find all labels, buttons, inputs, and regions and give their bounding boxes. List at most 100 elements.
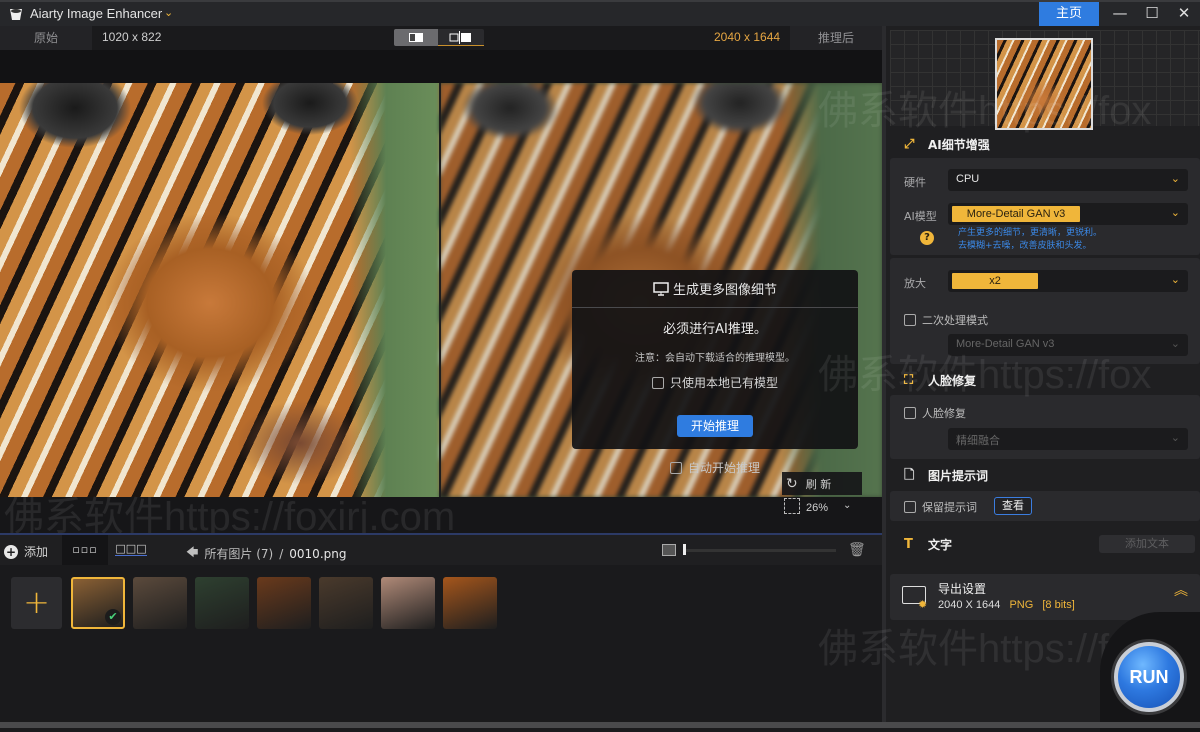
- ai-enhance-title: AI细节增强: [928, 138, 990, 152]
- app-menu-chevron-icon[interactable]: ⌄: [164, 6, 173, 19]
- face-restore-option[interactable]: 人脸修复: [904, 405, 966, 421]
- zoom-level: 26%: [806, 502, 829, 514]
- grid-view-tab[interactable]: ▫▫▫: [62, 535, 108, 565]
- original-dimensions: 1020 x 822: [102, 30, 162, 44]
- scale-box: 放大 x2 ⌄ 二次处理模式 More-Detail GAN v3 ⌄: [890, 258, 1200, 364]
- title-bar: Aiarty Image Enhancer ⌄ 主页 — ☐ ✕: [0, 0, 1200, 26]
- thumbnail-jar-forest[interactable]: [195, 577, 249, 629]
- view-prompt-button[interactable]: 查看: [994, 497, 1032, 515]
- thumbnail-tiger[interactable]: ✔: [71, 577, 125, 629]
- expand-chevron-up-icon[interactable]: ︽: [1174, 584, 1188, 598]
- thumbnail-dog[interactable]: [319, 577, 373, 629]
- thumbnail-size-slider-handle[interactable]: [683, 544, 686, 555]
- start-inference-button[interactable]: 开始推理: [677, 415, 753, 437]
- navigator-preview: [890, 30, 1200, 130]
- zoom-fit-icon[interactable]: [784, 498, 800, 514]
- auto-start-option[interactable]: 自动开始推理: [670, 459, 760, 476]
- keep-prompt-label: 保留提示词: [922, 501, 977, 514]
- add-label: 添加: [24, 545, 49, 559]
- keep-prompt-option[interactable]: 保留提示词: [904, 499, 977, 515]
- keep-prompt-checkbox[interactable]: [904, 501, 916, 513]
- back-arrow-icon[interactable]: 🡄: [186, 543, 198, 564]
- document-icon: 🗋: [904, 467, 915, 483]
- add-image-button[interactable]: + 添加: [4, 543, 48, 560]
- home-button[interactable]: 主页: [1039, 2, 1099, 26]
- face-mode-select: 精细融合 ⌄: [948, 428, 1188, 450]
- scale-label: 放大: [904, 277, 926, 290]
- face-restore-checkbox[interactable]: [904, 407, 916, 419]
- thumbnail-autumn-forest[interactable]: [443, 577, 497, 629]
- maximize-button[interactable]: ☐: [1136, 2, 1168, 26]
- export-title: 导出设置: [938, 582, 987, 596]
- thumbnail-woman-portrait[interactable]: [381, 577, 435, 629]
- enhanced-dimensions: 2040 x 1644: [714, 30, 781, 44]
- thumbnail-strip: + ✔: [0, 565, 882, 728]
- thumbnail-butterfly[interactable]: [133, 577, 187, 629]
- gear-icon: ✹: [918, 598, 928, 611]
- thumbnail-size-slider[interactable]: [684, 549, 836, 552]
- ai-model-select[interactable]: More-Detail GAN v3 ⌄: [948, 203, 1188, 225]
- thumbnail-burger[interactable]: [257, 577, 311, 629]
- dialog-note: 注意：会自动下载适合的推理模型。: [635, 353, 795, 364]
- app-title: Aiarty Image Enhancer: [30, 6, 163, 21]
- app-logo-icon: [10, 9, 22, 20]
- split-view-button[interactable]: [438, 29, 484, 46]
- breadcrumb-all-images[interactable]: 所有图片 (7): [204, 545, 273, 562]
- gallery-toolbar: + 添加 ▫▫▫ □□□ 🡄 所有图片 (7) / 0010.png 🗑: [0, 533, 882, 565]
- scale-select[interactable]: x2 ⌄: [948, 270, 1188, 292]
- local-model-only-label: 只使用本地已有模型: [669, 376, 778, 390]
- zoom-dropdown-chevron-icon[interactable]: ⌄: [843, 500, 851, 511]
- delete-trash-icon[interactable]: 🗑: [848, 542, 866, 558]
- local-model-only-checkbox[interactable]: [651, 376, 664, 389]
- help-icon[interactable]: ?: [920, 231, 934, 245]
- close-button[interactable]: ✕: [1168, 2, 1200, 26]
- dialog-message: 必须进行AI推理。: [663, 322, 767, 337]
- local-model-only-option[interactable]: 只使用本地已有模型: [572, 374, 858, 391]
- face-restore-box: 人脸修复 精细融合 ⌄: [890, 395, 1200, 459]
- enhance-icon: ⤢: [904, 136, 915, 152]
- run-button[interactable]: RUN: [1114, 642, 1184, 712]
- second-pass-option[interactable]: 二次处理模式: [904, 312, 988, 328]
- add-text-button[interactable]: 添加文本: [1099, 535, 1195, 553]
- add-icon: +: [4, 544, 18, 559]
- workspace: 原始 1020 x 822 2040 x 1644 推理后 佛系软件https:…: [0, 26, 882, 728]
- second-pass-model-select: More-Detail GAN v3 ⌄: [948, 334, 1188, 356]
- monitor-icon: [653, 281, 669, 296]
- second-pass-checkbox[interactable]: [904, 314, 916, 326]
- refresh-button[interactable]: ↻ 刷 新: [782, 472, 862, 495]
- original-label: 原始: [0, 26, 92, 50]
- single-view-button[interactable]: [394, 29, 438, 46]
- minimize-button[interactable]: —: [1104, 2, 1136, 26]
- text-title: 文字: [928, 538, 953, 552]
- zoom-bar: [0, 497, 882, 533]
- second-pass-label: 二次处理模式: [922, 314, 988, 327]
- ai-enhance-header: ⤢ AI细节增强: [904, 136, 990, 153]
- face-restore-label: 人脸修复: [922, 407, 966, 420]
- strip-view-tab[interactable]: □□□: [108, 535, 154, 565]
- text-header: T 文字: [904, 536, 952, 553]
- view-mode-toggle: [394, 29, 484, 46]
- scale-value: x2: [952, 273, 1038, 289]
- compare-divider[interactable]: [439, 83, 441, 497]
- thumbnail-size-icon: [662, 544, 676, 556]
- split-view-icon: [449, 31, 471, 44]
- ai-model-box: 硬件 CPU ⌄ AI模型 More-Detail GAN v3 ⌄ ? 产生更…: [890, 158, 1200, 255]
- dialog-title: 生成更多图像细节: [672, 283, 777, 298]
- ai-model-description-1: 产生更多的细节，更清晰，更锐利。: [958, 228, 1103, 238]
- export-bit-depth: [8 bits]: [1042, 599, 1075, 611]
- strip-view-icon: □□□: [115, 542, 147, 556]
- hardware-select[interactable]: CPU ⌄: [948, 169, 1188, 191]
- ai-model-value: More-Detail GAN v3: [952, 206, 1080, 222]
- navigator-thumbnail[interactable]: [995, 38, 1093, 130]
- compare-header: 原始 1020 x 822 2040 x 1644 推理后: [0, 26, 882, 50]
- face-restore-header: ⛶ 人脸修复: [904, 372, 976, 389]
- original-image: [0, 83, 440, 497]
- refresh-label: 刷 新: [805, 477, 832, 491]
- refresh-icon: ↻: [786, 475, 798, 492]
- auto-start-checkbox[interactable]: [670, 461, 682, 474]
- hardware-label: 硬件: [904, 176, 926, 189]
- text-tool-icon: T: [904, 536, 913, 552]
- breadcrumb: 🡄 所有图片 (7) / 0010.png: [186, 543, 346, 564]
- window-bottom-edge: [0, 722, 1200, 728]
- add-thumbnail-button[interactable]: +: [11, 577, 62, 629]
